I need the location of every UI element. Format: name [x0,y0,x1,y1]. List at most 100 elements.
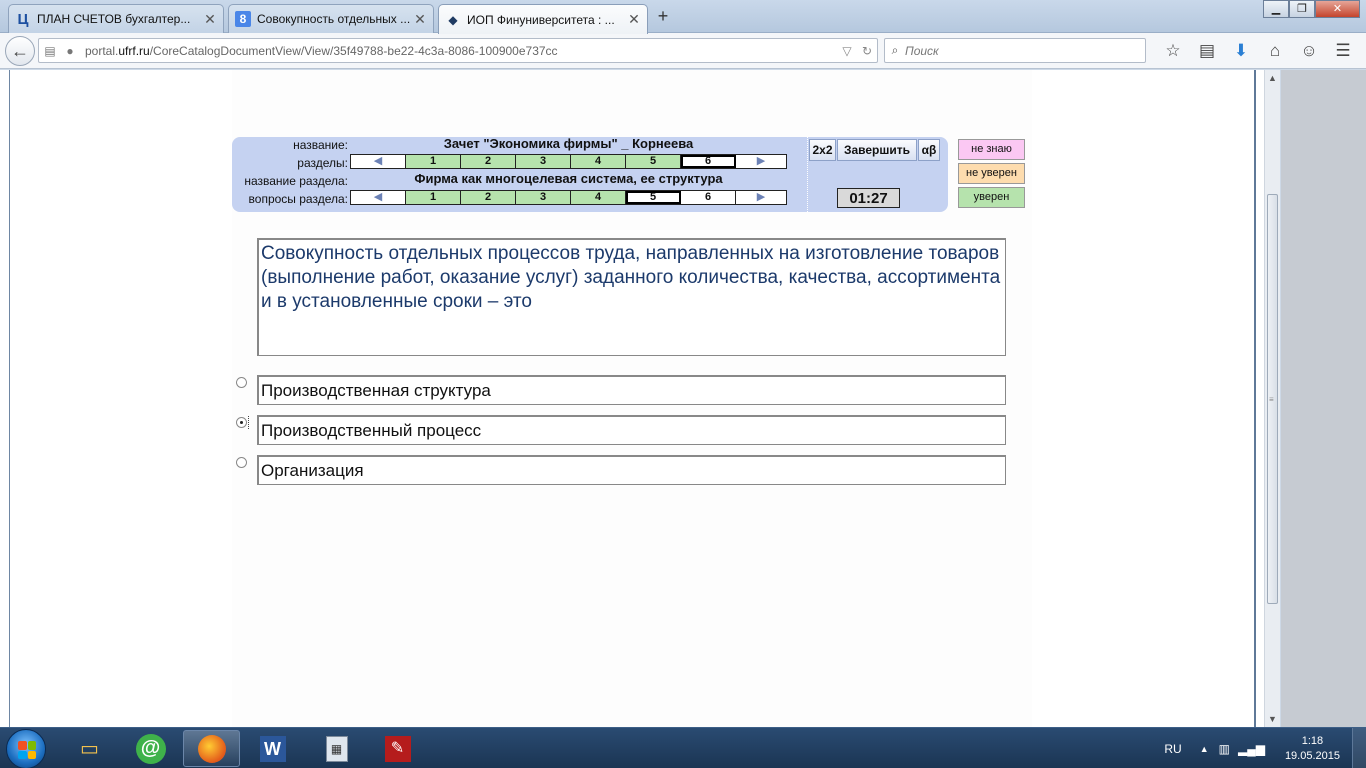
tab-favicon-icon: Ц [17,10,29,28]
url-text[interactable]: portal.ufrf.ru/CoreCatalogDocumentView/V… [79,44,837,58]
answer-radio-2[interactable] [236,417,247,428]
grip-icon: ≡ [1269,395,1274,404]
show-hidden-icons-icon[interactable]: ▲ [1200,744,1209,754]
mail-agent-taskbar-icon[interactable]: @ [122,730,179,767]
tab-title: ИОП Финуниверситета : ... [467,12,615,27]
sure-button[interactable]: уверен [958,187,1025,208]
section-button-current[interactable]: 6 [681,155,736,168]
scroll-up-icon[interactable]: ▲ [1265,70,1280,86]
tab-title: ПЛАН СЧЕТОВ бухгалтер... [37,12,191,26]
dont-know-button[interactable]: не знаю [958,139,1025,160]
network-icon[interactable]: ▥ [1219,742,1230,756]
back-button[interactable]: ← [5,36,35,66]
sections-nav: ◀ 1 2 3 4 5 6 ▶ [350,154,787,169]
close-tab-icon[interactable]: ✕ [412,11,428,28]
reload-icon[interactable]: ↻ [857,44,877,58]
toggle-2x2-button[interactable]: 2x2 [809,139,836,161]
next-section-icon[interactable]: ▶ [736,155,786,168]
question-button[interactable]: 1 [406,191,461,204]
not-sure-button[interactable]: не уверен [958,163,1025,184]
language-indicator[interactable]: RU [1164,742,1181,756]
tab-sovokupnost[interactable]: 8 Совокупность отдельных ... ✕ [228,4,434,33]
panel-divider [807,137,808,212]
search-bar[interactable]: ⌕ Поиск [884,38,1146,63]
scroll-thumb[interactable]: ≡ [1267,194,1278,604]
test-header-panel: название: Зачет "Экономика фирмы" _ Корн… [232,136,948,212]
firefox-taskbar-icon[interactable] [183,730,240,767]
explorer-taskbar-icon[interactable]: ▭ [61,730,118,767]
tab-plan-schetov[interactable]: Ц ПЛАН СЧЕТОВ бухгалтер... ✕ [8,4,224,33]
windows-taskbar: ▭ @ W ▦ ✎ RU ▲ ▥ ▂▄▆ 1:18 19.05.2015 [0,727,1366,768]
answer-radio-1[interactable] [236,377,247,388]
home-icon[interactable]: ⌂ [1258,38,1292,63]
system-tray: RU ▲ ▥ ▂▄▆ 1:18 19.05.2015 [1164,728,1366,768]
section-button[interactable]: 4 [571,155,626,168]
reading-list-icon[interactable]: ▤ [1190,38,1224,63]
navigation-bar: ← ▤ ● portal.ufrf.ru/CoreCatalogDocument… [0,33,1366,69]
answer-radio-3[interactable] [236,457,247,468]
maximize-button[interactable]: ❐ [1289,0,1315,18]
finish-button[interactable]: Завершить [837,139,917,161]
question-button[interactable]: 3 [516,191,571,204]
menu-icon[interactable]: ☰ [1326,38,1360,63]
test-name: Зачет "Экономика фирмы" _ Корнеева [443,136,694,151]
tab-title: Совокупность отдельных ... [257,12,411,26]
answer-option-1[interactable]: Производственная структура [257,375,1006,405]
clock[interactable]: 1:18 19.05.2015 [1285,734,1340,764]
prev-section-icon[interactable]: ◀ [351,155,406,168]
search-icon: ⌕ [891,43,899,57]
close-tab-icon[interactable]: ✕ [202,11,218,28]
section-name-label: название раздела: [244,174,348,188]
close-window-button[interactable]: ✕ [1315,0,1360,18]
question-button[interactable]: 2 [461,191,516,204]
prev-question-icon[interactable]: ◀ [351,191,406,204]
signal-icon[interactable]: ▂▄▆ [1238,742,1265,756]
question-text: Совокупность отдельных процессов труда, … [257,238,1006,356]
frame-border-right [1254,70,1256,727]
smiley-icon[interactable]: ☺ [1292,38,1326,63]
focus-indicator [248,416,249,429]
alphabet-button[interactable]: αβ [918,139,940,161]
section-button[interactable]: 1 [406,155,461,168]
windows-logo-icon [18,741,36,759]
close-tab-icon[interactable]: ✕ [626,11,642,28]
side-background [1281,70,1366,727]
tab-iop-active[interactable]: ◆ ИОП Финуниверситета : ... ✕ [438,4,648,34]
vertical-scrollbar[interactable]: ▲ ≡ ▼ [1264,70,1280,727]
word-taskbar-icon[interactable]: W [244,730,301,767]
question-button[interactable]: 4 [571,191,626,204]
answer-option-3[interactable]: Организация [257,455,1006,485]
star-icon[interactable]: ☆ [1156,38,1190,63]
timer: 01:27 [837,188,900,208]
dropdown-icon[interactable]: ▽ [837,44,857,58]
test-name-label: название: [293,138,348,152]
graduation-cap-icon: ◆ [448,12,458,27]
frame-border-left [9,70,10,727]
section-button[interactable]: 2 [461,155,516,168]
section-button[interactable]: 5 [626,155,681,168]
show-desktop-button[interactable] [1352,728,1366,768]
reader-view-icon[interactable]: ▤ [41,44,59,58]
section-button[interactable]: 3 [516,155,571,168]
question-button[interactable]: 6 [681,191,736,204]
section-name: Фирма как многоцелевая система, ее струк… [414,171,723,186]
search-placeholder: Поиск [905,43,939,58]
address-bar[interactable]: ▤ ● portal.ufrf.ru/CoreCatalogDocumentVi… [38,38,878,63]
site-info-icon[interactable]: ● [61,44,79,58]
new-tab-button[interactable]: + [652,6,674,28]
scroll-down-icon[interactable]: ▼ [1265,711,1280,727]
next-question-icon[interactable]: ▶ [736,191,786,204]
tab-strip: Ц ПЛАН СЧЕТОВ бухгалтер... ✕ 8 Совокупно… [0,0,1366,34]
minimize-button[interactable]: ▁ [1263,0,1289,18]
start-button[interactable] [6,729,46,768]
pdf-reader-taskbar-icon[interactable]: ✎ [369,730,426,767]
questions-nav: ◀ 1 2 3 4 5 6 ▶ [350,190,787,205]
answer-option-2[interactable]: Производственный процесс [257,415,1006,445]
download-icon[interactable]: ⬇ [1224,38,1258,63]
calculator-taskbar-icon[interactable]: ▦ [308,730,365,767]
clock-time: 1:18 [1301,734,1324,747]
question-button-current[interactable]: 5 [626,191,681,204]
questions-label: вопросы раздела: [248,192,348,206]
google-favicon-icon: 8 [235,11,251,27]
sections-label: разделы: [297,156,348,170]
